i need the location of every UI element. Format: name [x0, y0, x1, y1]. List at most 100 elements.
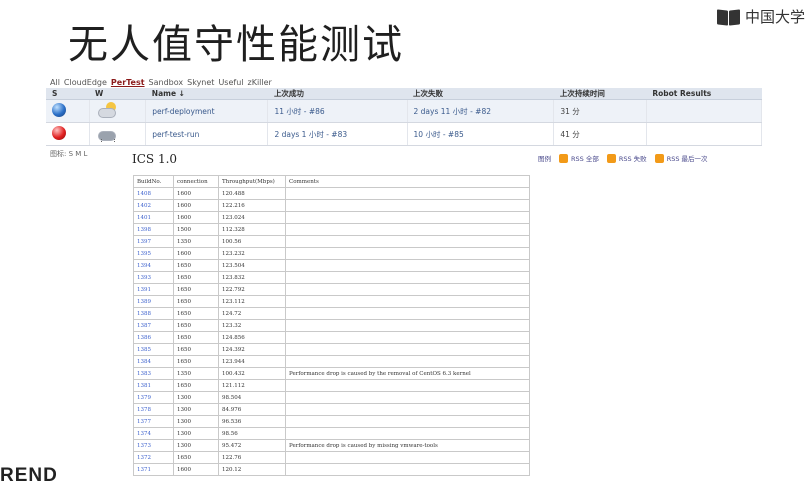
build-number-link[interactable]: 1371 — [133, 463, 174, 476]
perf-column-header: BuildNo. — [133, 175, 174, 188]
value-cell: 1650 — [173, 331, 219, 344]
rss-all-link[interactable]: RSS 全部 — [559, 153, 599, 163]
build-number-link[interactable]: 1388 — [133, 307, 174, 320]
value-cell: 1650 — [173, 319, 219, 332]
build-number-link[interactable]: 1395 — [133, 247, 174, 260]
table-row: 1395 1600 123.232 — [133, 247, 530, 260]
value-cell: 123.944 — [218, 355, 286, 368]
storm-cloud-icon — [96, 125, 118, 142]
build-number-link[interactable]: 1385 — [133, 343, 174, 356]
job-last-failure-cell: 2 days 11 小时 - #82 — [407, 99, 555, 123]
tab-zkiller[interactable]: zKiller — [248, 78, 272, 87]
value-cell: 1500 — [173, 223, 219, 236]
value-cell: 124.856 — [218, 331, 286, 344]
table-row: 1378 1300 84.976 — [133, 403, 530, 416]
perf-column-header: Comments — [285, 175, 530, 188]
tab-skynet[interactable]: Skynet — [187, 78, 214, 87]
table-row: 1383 1350 100.432 Performance drop is cause… — [133, 367, 530, 380]
build-number-link[interactable]: 1391 — [133, 283, 174, 296]
build-number-link[interactable]: 1397 — [133, 235, 174, 248]
column-header[interactable]: 上次失败 — [407, 88, 554, 100]
comment-cell — [285, 199, 530, 212]
value-cell: 1650 — [173, 283, 219, 296]
comment-cell — [285, 415, 530, 428]
build-number-link[interactable]: 1377 — [133, 415, 174, 428]
build-number-link[interactable]: 1389 — [133, 295, 174, 308]
value-cell: 120.488 — [218, 187, 286, 200]
job-row: perf-deployment 11 小时 - #86 2 days 11 小时 -… — [46, 99, 763, 123]
value-cell: 1600 — [173, 199, 219, 212]
icon-size-legend[interactable]: 图标: S M L — [50, 149, 87, 159]
build-number-link[interactable]: 1379 — [133, 391, 174, 404]
build-number-link[interactable]: 1401 — [133, 211, 174, 224]
column-header[interactable]: S — [46, 88, 89, 100]
build-number-link[interactable]: 1383 — [133, 367, 174, 380]
column-header[interactable]: W — [89, 88, 146, 100]
build-number-link[interactable]: 1402 — [133, 199, 174, 212]
tab-useful[interactable]: Useful — [218, 78, 243, 87]
value-cell: 84.976 — [218, 403, 286, 416]
job-last-success[interactable]: 2 days 1 小时 - #83 — [274, 130, 347, 139]
value-cell: 1600 — [173, 247, 219, 260]
build-number-link[interactable]: 1372 — [133, 451, 174, 464]
build-number-link[interactable]: 1387 — [133, 319, 174, 332]
build-number-link[interactable]: 1373 — [133, 439, 174, 452]
column-header[interactable]: 上次持续时间 — [553, 88, 647, 100]
value-cell: 1300 — [173, 439, 219, 452]
table-row: 1371 1600 120.12 — [133, 463, 530, 476]
rss-bar: 图例 RSS 全部 RSS 失败 RSS 最后一次 — [538, 153, 716, 163]
value-cell: 98.504 — [218, 391, 286, 404]
comment-cell — [285, 379, 530, 392]
build-number-link[interactable]: 1374 — [133, 427, 174, 440]
comment-cell: Performance drop is caused by missing vm… — [285, 439, 530, 452]
comment-cell — [285, 187, 530, 200]
rss-all-label: RSS 全部 — [571, 155, 599, 163]
value-cell: 123.024 — [218, 211, 286, 224]
value-cell: 122.792 — [218, 283, 286, 296]
job-name[interactable]: perf-deployment — [152, 107, 214, 116]
build-number-link[interactable]: 1393 — [133, 271, 174, 284]
job-last-success[interactable]: 11 小时 - #86 — [274, 107, 324, 116]
value-cell: 1600 — [173, 211, 219, 224]
build-number-link[interactable]: 1386 — [133, 331, 174, 344]
tab-cloudedge[interactable]: CloudEdge — [64, 78, 107, 87]
view-tabs: All CloudEdge PerTest Sandbox Skynet Useful zK… — [50, 78, 276, 87]
table-row: 1394 1650 123.504 — [133, 259, 530, 272]
value-cell: 100.56 — [218, 235, 286, 248]
job-last-failure[interactable]: 2 days 11 小时 - #82 — [414, 107, 491, 116]
legend-link[interactable]: 图例 — [538, 153, 551, 163]
tab-pertest[interactable]: PerTest — [111, 78, 145, 87]
build-number-link[interactable]: 1394 — [133, 259, 174, 272]
job-last-failure[interactable]: 10 小时 - #85 — [414, 130, 464, 139]
robot-results-cell — [646, 99, 763, 123]
build-number-link[interactable]: 1378 — [133, 403, 174, 416]
value-cell: 123.232 — [218, 247, 286, 260]
logo-text: 中国大学 — [744, 8, 805, 26]
value-cell: 1650 — [173, 307, 219, 320]
build-number-link[interactable]: 1384 — [133, 355, 174, 368]
legend-label: 图例 — [538, 155, 551, 163]
job-name[interactable]: perf-test-run — [152, 130, 199, 139]
comment-cell — [285, 295, 530, 308]
perf-column-header: Throughput(Mbps) — [218, 175, 286, 188]
column-header[interactable]: Robot Results — [646, 88, 762, 100]
column-header[interactable]: 上次成功 — [267, 88, 408, 100]
build-number-link[interactable]: 1381 — [133, 379, 174, 392]
rss-latest-link[interactable]: RSS 最后一次 — [654, 153, 708, 163]
build-number-link[interactable]: 1408 — [133, 187, 174, 200]
weather-cell — [89, 122, 147, 146]
comment-cell — [285, 403, 530, 416]
value-cell: 1300 — [173, 427, 219, 440]
rss-failures-link[interactable]: RSS 失败 — [606, 153, 647, 163]
table-row: 1387 1650 123.32 — [133, 319, 530, 332]
tab-sandbox[interactable]: Sandbox — [149, 78, 184, 87]
value-cell: 1600 — [173, 463, 219, 476]
table-row: 1388 1650 124.72 — [133, 307, 530, 320]
value-cell: 121.112 — [218, 379, 286, 392]
status-ball-icon — [52, 103, 66, 117]
build-number-link[interactable]: 1398 — [133, 223, 174, 236]
tab-all[interactable]: All — [50, 78, 60, 87]
value-cell: 100.432 — [218, 367, 286, 380]
rss-latest-label: RSS 最后一次 — [666, 155, 708, 163]
column-header[interactable]: Name ↓ — [145, 88, 268, 100]
